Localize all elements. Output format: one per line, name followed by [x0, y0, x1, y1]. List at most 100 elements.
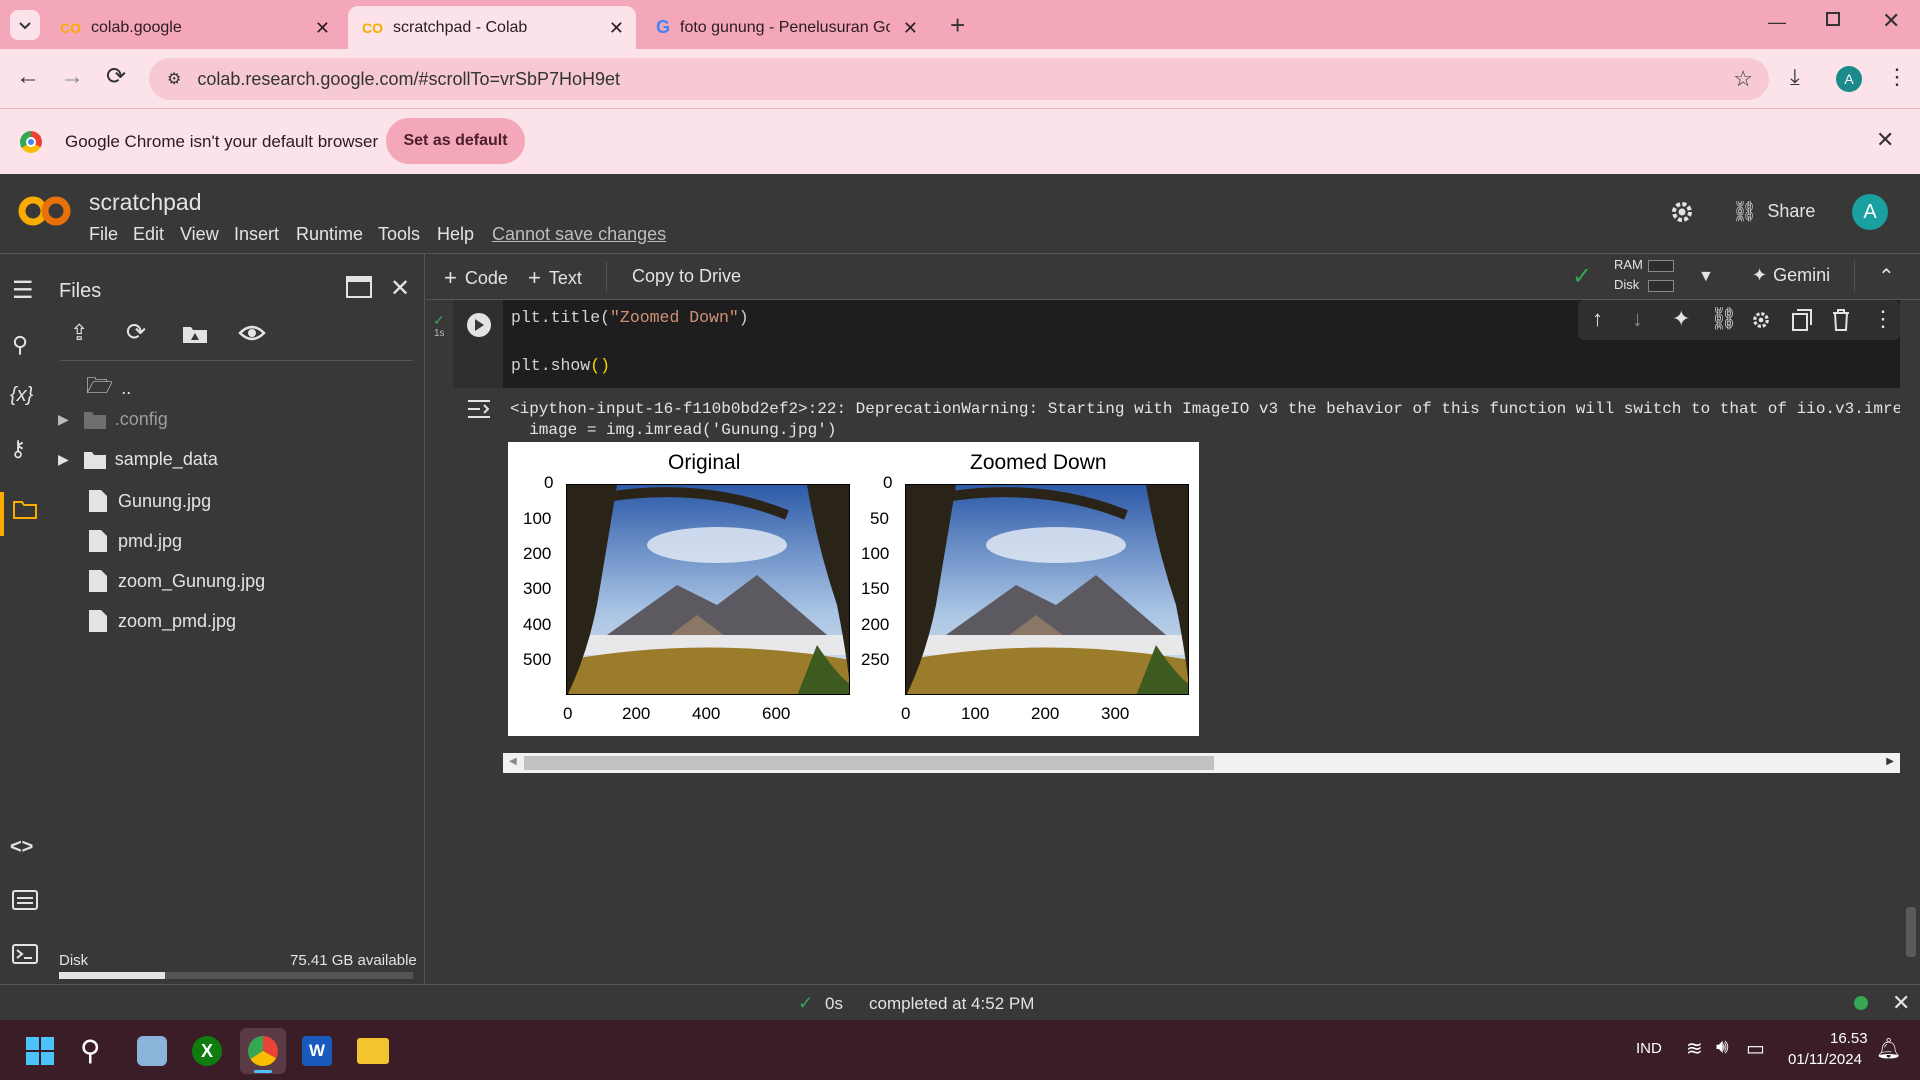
scroll-right-icon[interactable]: ▶ [1886, 756, 1894, 767]
menu-help[interactable]: Help [437, 224, 474, 245]
download-icon[interactable]: ⤓ [1790, 64, 1800, 90]
disk-meter[interactable] [1648, 280, 1674, 292]
restore-button[interactable] [1826, 12, 1840, 26]
sparkle-icon[interactable]: ✦ [1672, 306, 1690, 332]
taskbar-search-icon[interactable]: ⚲ [80, 1034, 101, 1067]
image-original [566, 484, 850, 695]
close-icon[interactable]: ✕ [609, 18, 624, 39]
tab-colab-google[interactable]: CO colab.google ✕ [46, 6, 342, 49]
set-default-button[interactable]: Set as default [386, 118, 525, 164]
battery-icon[interactable]: ▭ [1746, 1036, 1765, 1061]
forward-button[interactable]: → [60, 63, 84, 91]
file-item-sample-data[interactable]: ▶ sample_data [58, 449, 218, 470]
mirror-cell-icon[interactable] [1792, 309, 1812, 331]
address-bar[interactable]: ⚙ colab.research.google.com/#scrollTo=vr… [149, 58, 1769, 100]
file-item-zoom-pmd[interactable]: zoom_pmd.jpg [88, 609, 236, 633]
taskbar-widget-icon[interactable] [137, 1036, 167, 1066]
close-icon[interactable]: ✕ [315, 18, 330, 39]
tab-search-button[interactable] [10, 10, 40, 40]
clock-time[interactable]: 16.53 [1830, 1030, 1868, 1047]
run-cell-button[interactable] [467, 313, 491, 337]
volume-icon[interactable]: 🔊︎ [1716, 1036, 1729, 1059]
menu-edit[interactable]: Edit [133, 224, 164, 245]
menu-insert[interactable]: Insert [234, 224, 279, 245]
output-actions-icon[interactable] [466, 398, 492, 420]
account-avatar[interactable]: A [1852, 194, 1888, 230]
command-palette-icon[interactable] [12, 890, 38, 910]
file-item-config[interactable]: ▶ .config [58, 409, 168, 430]
delete-icon[interactable] [1832, 309, 1850, 331]
toc-icon[interactable]: ☰ [12, 276, 34, 305]
menu-runtime[interactable]: Runtime [296, 224, 363, 245]
wifi-icon[interactable]: ≋ [1686, 1036, 1703, 1061]
cannot-save-link[interactable]: Cannot save changes [492, 224, 666, 245]
ram-meter[interactable] [1648, 260, 1674, 272]
windows-start-icon[interactable] [26, 1037, 54, 1065]
clock-date[interactable]: 01/11/2024 [1788, 1051, 1862, 1068]
link-icon[interactable]: ⛓ [1710, 306, 1738, 332]
notebook-title[interactable]: scratchpad [89, 189, 202, 216]
copy-to-drive-button[interactable]: Copy to Drive [632, 266, 741, 287]
show-hidden-eye-icon[interactable] [238, 324, 266, 342]
close-icon[interactable]: ✕ [903, 18, 918, 39]
settings-gear-icon[interactable] [1668, 198, 1696, 226]
windows-taskbar: ⚲ X W IND ≋ 🔊︎ ▭ 16.53 01/11/2024 🔔︎ [0, 1020, 1920, 1080]
ytick: 50 [870, 509, 889, 528]
new-tab-button[interactable]: + [950, 10, 965, 41]
variables-icon[interactable]: {x} [10, 384, 33, 407]
scroll-left-icon[interactable]: ◀ [509, 756, 517, 767]
open-in-new-icon[interactable] [346, 276, 372, 298]
code-snippets-icon[interactable]: <> [10, 836, 33, 859]
terminal-icon[interactable] [12, 944, 38, 964]
vertical-scrollbar-thumb[interactable] [1906, 907, 1916, 957]
gemini-button[interactable]: ✦ Gemini [1752, 265, 1830, 286]
menu-view[interactable]: View [180, 224, 219, 245]
runtime-dropdown-icon[interactable]: ▼ [1698, 268, 1714, 286]
reload-button[interactable]: ⟳ [106, 62, 126, 91]
menu-tools[interactable]: Tools [378, 224, 420, 245]
profile-avatar[interactable]: A [1836, 66, 1862, 92]
cell-settings-icon[interactable] [1750, 309, 1772, 331]
taskbar-chrome-active[interactable] [240, 1028, 286, 1074]
collapse-header-icon[interactable]: ⌃ [1878, 264, 1895, 289]
notification-bell-icon[interactable]: 🔔︎ [1876, 1036, 1901, 1061]
file-item-zoom-gunung[interactable]: zoom_Gunung.jpg [88, 569, 265, 593]
word-icon[interactable]: W [302, 1036, 332, 1066]
add-text-button[interactable]: + Text [528, 265, 582, 291]
more-options-icon[interactable]: ⋮ [1872, 306, 1894, 332]
expand-arrow-icon[interactable]: ▶ [58, 411, 69, 428]
site-info-icon[interactable]: ⚙ [167, 69, 181, 89]
key-icon[interactable]: ⚷ [10, 436, 26, 462]
status-close-icon[interactable]: ✕ [1892, 990, 1910, 1016]
search-icon[interactable]: ⚲ [12, 332, 28, 358]
file-item-gunung[interactable]: Gunung.jpg [88, 489, 211, 513]
file-item-parent[interactable]: 🗁 .. [86, 369, 131, 407]
folder-icon[interactable] [12, 498, 38, 520]
file-explorer-icon[interactable] [357, 1038, 389, 1064]
tab-scratchpad[interactable]: CO scratchpad - Colab ✕ [348, 6, 636, 49]
input-language[interactable]: IND [1636, 1040, 1662, 1057]
move-up-icon[interactable]: ↑ [1592, 306, 1603, 332]
tab-foto-gunung[interactable]: G foto gunung - Penelusuran Goo ✕ [642, 6, 930, 49]
xbox-icon[interactable]: X [192, 1036, 222, 1066]
refresh-icon[interactable]: ⟳ [126, 318, 146, 347]
file-item-pmd[interactable]: pmd.jpg [88, 529, 182, 553]
back-button[interactable]: ← [16, 63, 40, 91]
close-panel-icon[interactable]: ✕ [390, 274, 410, 303]
scrollbar-thumb[interactable] [524, 756, 1214, 770]
menu-file[interactable]: File [89, 224, 118, 245]
file-name: Gunung.jpg [118, 490, 212, 511]
minimize-button[interactable]: — [1768, 12, 1786, 33]
upload-icon[interactable]: ⇪ [70, 320, 88, 346]
add-code-button[interactable]: + Code [444, 265, 508, 291]
star-icon[interactable]: ☆ [1733, 66, 1753, 92]
move-down-icon[interactable]: ↓ [1632, 306, 1643, 332]
expand-arrow-icon[interactable]: ▶ [58, 451, 69, 468]
mount-drive-icon[interactable] [182, 324, 208, 344]
disk-available: 75.41 GB available [290, 952, 417, 969]
infobar-close-icon[interactable]: ✕ [1876, 127, 1894, 153]
chrome-menu-icon[interactable]: ⋮ [1886, 64, 1908, 90]
share-button[interactable]: ⛓ Share [1732, 199, 1815, 224]
ytick: 100 [861, 544, 890, 563]
window-close-button[interactable]: ✕ [1882, 8, 1900, 34]
